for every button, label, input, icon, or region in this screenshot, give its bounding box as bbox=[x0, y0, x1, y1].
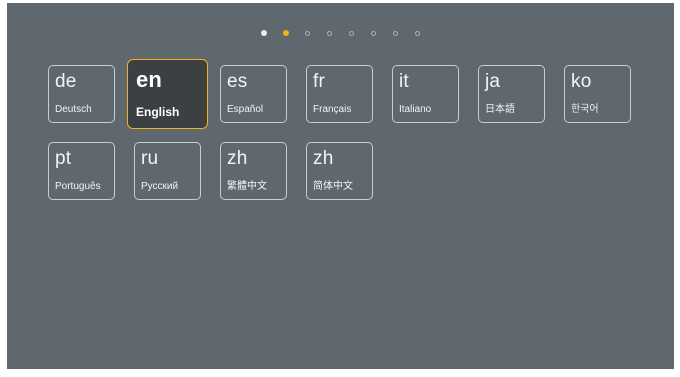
page-dot-5[interactable] bbox=[349, 31, 354, 36]
page-indicator bbox=[7, 30, 674, 36]
language-tile-ru[interactable]: ru Русский bbox=[134, 142, 201, 200]
language-name: 繁體中文 bbox=[227, 181, 267, 192]
language-tile-fr[interactable]: fr Français bbox=[306, 65, 373, 123]
language-tile-zh-traditional[interactable]: zh 繁體中文 bbox=[220, 142, 287, 200]
language-name: Deutsch bbox=[55, 104, 92, 115]
language-code: fr bbox=[313, 71, 326, 92]
language-tile-es[interactable]: es Español bbox=[220, 65, 287, 123]
page-dot-7[interactable] bbox=[393, 31, 398, 36]
page-dot-1[interactable] bbox=[261, 30, 267, 36]
language-name: 简体中文 bbox=[313, 181, 353, 192]
language-name: 한국어 bbox=[571, 104, 599, 115]
language-code: ko bbox=[571, 71, 592, 92]
language-tile-it[interactable]: it Italiano bbox=[392, 65, 459, 123]
language-code: ja bbox=[485, 71, 501, 92]
page-dot-6[interactable] bbox=[371, 31, 376, 36]
language-code: en bbox=[136, 67, 163, 92]
language-tile-ko[interactable]: ko 한국어 bbox=[564, 65, 631, 123]
language-code: es bbox=[227, 71, 248, 92]
language-selection-screen: de Deutsch en English es Español fr Fran… bbox=[7, 3, 674, 369]
language-tile-ja[interactable]: ja 日本語 bbox=[478, 65, 545, 123]
language-name: Русский bbox=[141, 181, 179, 192]
language-name: English bbox=[136, 105, 180, 119]
page-dot-4[interactable] bbox=[327, 31, 332, 36]
language-tile-pt[interactable]: pt Português bbox=[48, 142, 115, 200]
page-dot-8[interactable] bbox=[415, 31, 420, 36]
language-code: zh bbox=[227, 148, 248, 169]
page-dot-2-current[interactable] bbox=[283, 30, 289, 36]
language-tile-en[interactable]: en English bbox=[127, 59, 208, 129]
language-name: 日本語 bbox=[485, 104, 515, 115]
language-name: Italiano bbox=[399, 104, 432, 115]
language-code: de bbox=[55, 71, 77, 92]
language-code: pt bbox=[55, 148, 72, 169]
page-dot-3[interactable] bbox=[305, 31, 310, 36]
language-code: ru bbox=[141, 148, 159, 169]
language-code: zh bbox=[313, 148, 334, 169]
language-name: Español bbox=[227, 104, 264, 115]
language-name: Português bbox=[55, 181, 101, 192]
language-name: Français bbox=[313, 104, 352, 115]
language-tile-zh-simplified[interactable]: zh 简体中文 bbox=[306, 142, 373, 200]
language-tile-de[interactable]: de Deutsch bbox=[48, 65, 115, 123]
language-code: it bbox=[399, 71, 409, 92]
